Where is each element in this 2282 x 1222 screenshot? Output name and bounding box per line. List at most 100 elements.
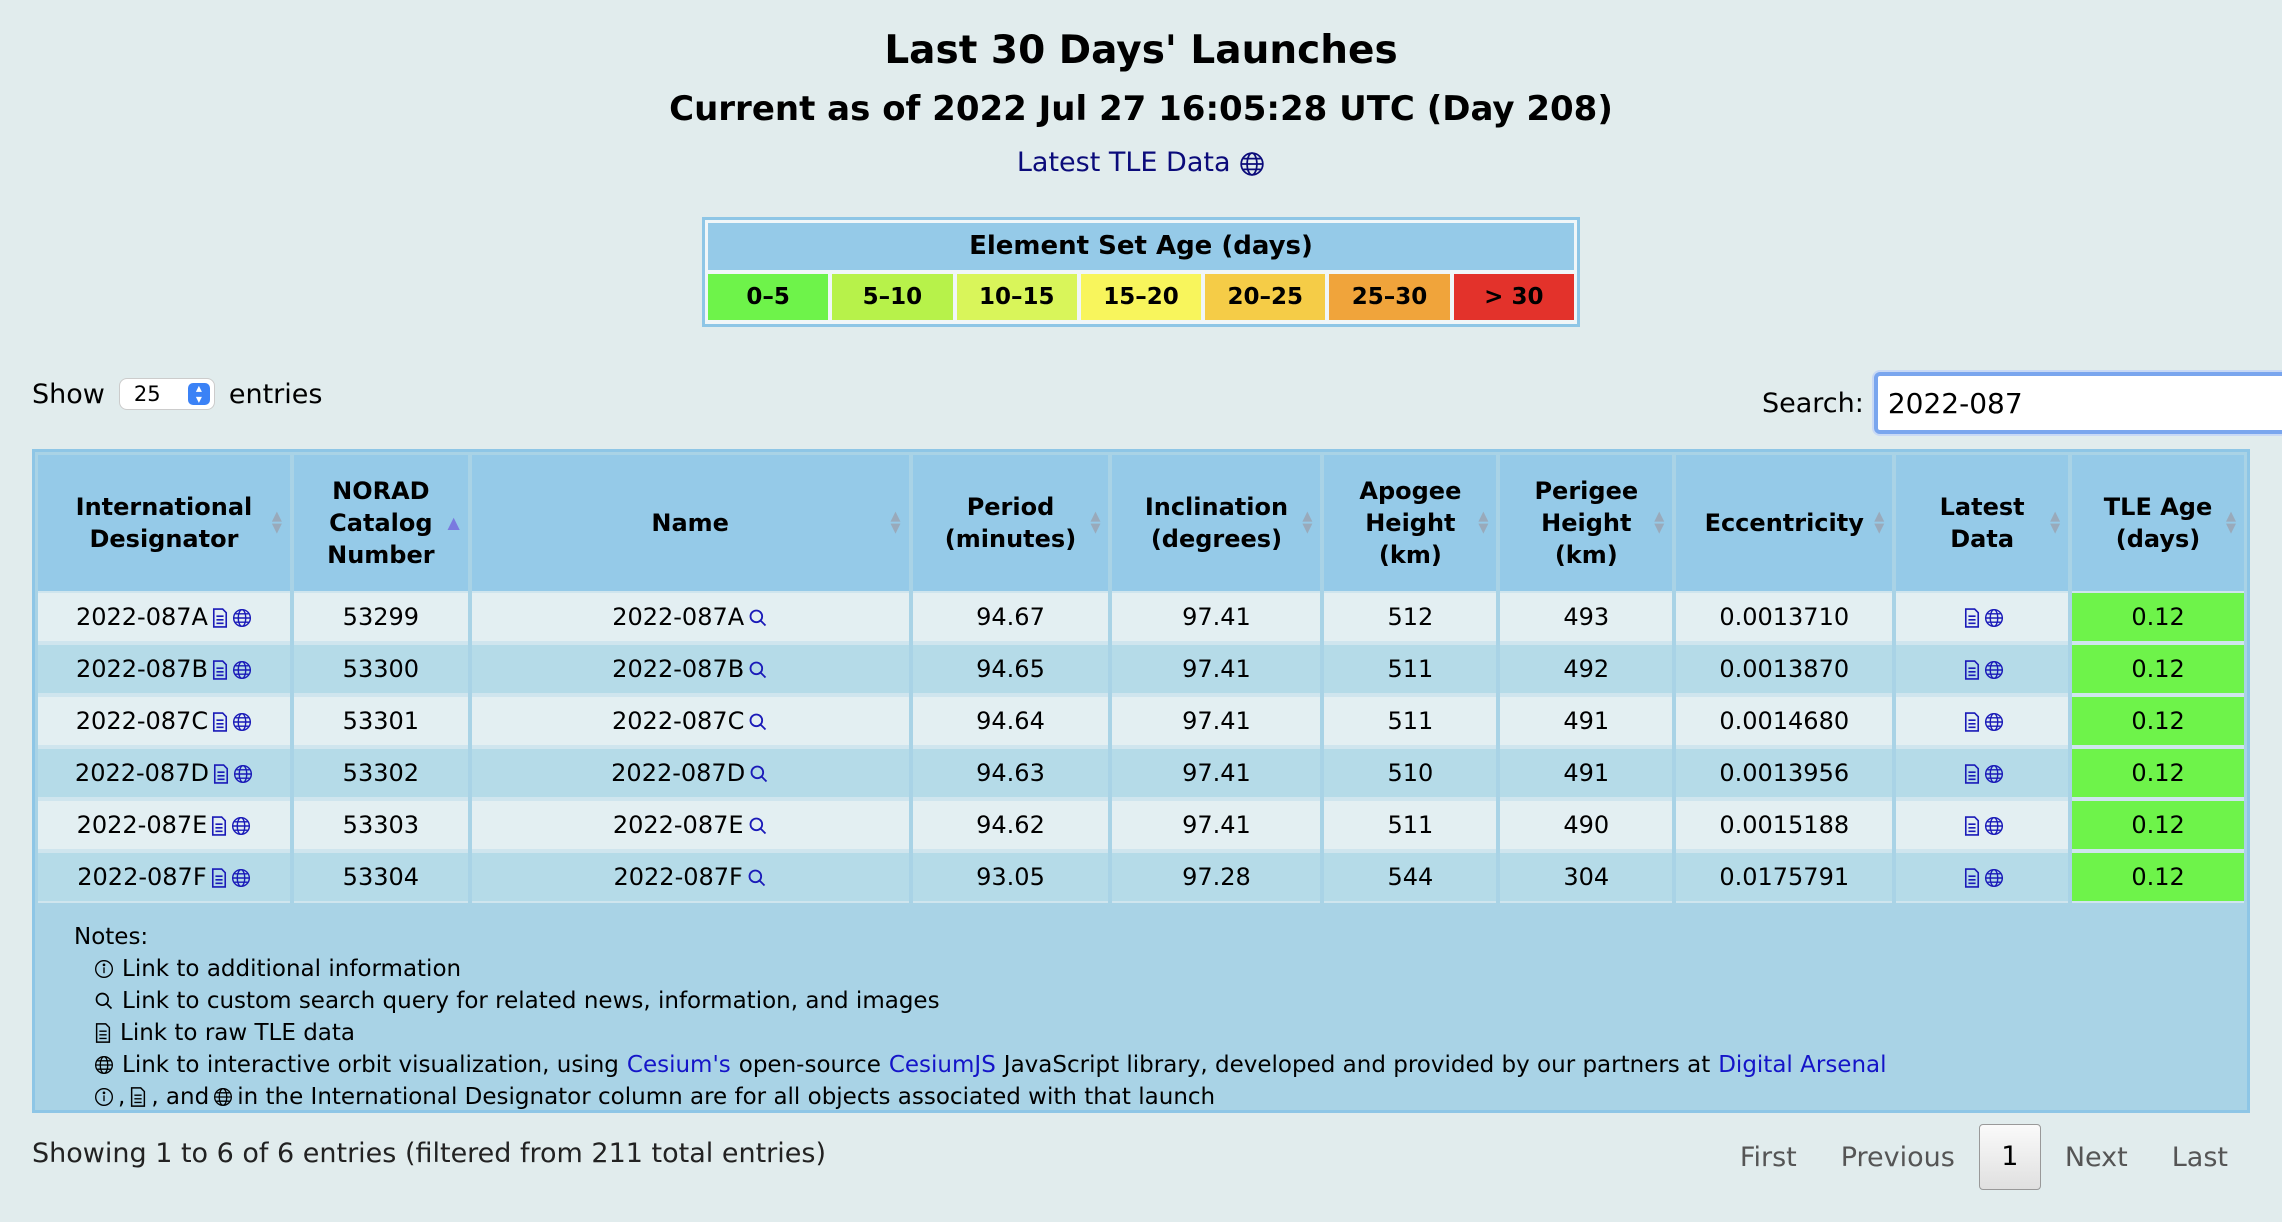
designator-text: 2022-087B [75, 655, 208, 683]
globe-icon[interactable] [1984, 816, 2004, 836]
designator-cell: 2022-087F [38, 851, 290, 903]
document-icon[interactable] [1964, 764, 1980, 784]
tle-age-cell: 0.12 [2072, 851, 2244, 903]
document-icon[interactable] [1964, 660, 1980, 680]
sort-icon: ▲ ▼ [1478, 509, 1489, 536]
digital-arsenal-link[interactable]: Digital Arsenal [1718, 1049, 1886, 1081]
norad-cell: 53303 [293, 799, 468, 851]
magnifier-icon[interactable] [748, 660, 768, 680]
table-row: 2022-087A 53299 2022-087A 94.67 97.41 512 493 0… [38, 591, 2244, 643]
page-title: Last 30 Days' Launches [884, 28, 1398, 73]
magnifier-icon[interactable] [748, 608, 768, 628]
page-last-button[interactable]: Last [2150, 1142, 2250, 1173]
page-next-button[interactable]: Next [2043, 1142, 2150, 1173]
tle-age-cell: 0.12 [2072, 747, 2244, 799]
latest-data-cell [1896, 799, 2069, 851]
apogee-cell: 510 [1324, 747, 1497, 799]
table-row: 2022-087D 53302 2022-087D 94.63 97.41 510 491 0… [38, 747, 2244, 799]
column-header[interactable]: Period (minutes) ▲ ▼ [912, 455, 1109, 591]
document-icon[interactable] [1964, 868, 1980, 888]
globe-icon[interactable] [231, 868, 251, 888]
cesium-link[interactable]: Cesium's [627, 1049, 731, 1081]
name-cell: 2022-087B [471, 643, 909, 695]
norad-cell: 53299 [293, 591, 468, 643]
search-input[interactable] [1885, 385, 2282, 421]
latest-data-cell [1896, 747, 2069, 799]
column-header[interactable]: Apogee Height (km) ▲ ▼ [1324, 455, 1497, 591]
period-cell: 94.65 [912, 643, 1109, 695]
magnifier-icon [94, 991, 114, 1011]
note-raw: Link to raw TLE data [74, 1017, 2214, 1049]
column-header[interactable]: International Designator ▲ ▼ [38, 455, 290, 591]
perigee-cell: 491 [1500, 695, 1673, 747]
column-header[interactable]: TLE Age (days) ▲ ▼ [2072, 455, 2244, 591]
latest-data-cell [1896, 643, 2069, 695]
period-cell: 93.05 [912, 851, 1109, 903]
page-first-button[interactable]: First [1718, 1142, 1819, 1173]
magnifier-icon[interactable] [749, 764, 769, 784]
globe-icon[interactable] [1984, 660, 2004, 680]
apogee-cell: 511 [1324, 799, 1497, 851]
eccentricity-cell: 0.0013956 [1676, 747, 1893, 799]
document-icon[interactable] [212, 660, 228, 680]
globe-icon[interactable] [232, 712, 252, 732]
eccentricity-cell: 0.0013710 [1676, 591, 1893, 643]
tle-age-cell: 0.12 [2072, 695, 2244, 747]
note-orbit-text-3: JavaScript library, developed and provid… [1003, 1052, 1711, 1078]
globe-icon[interactable] [1984, 764, 2004, 784]
designator-cell: 2022-087D [38, 747, 290, 799]
entries-select[interactable]: 25 ▴ ▾ [118, 378, 215, 410]
document-icon[interactable] [211, 868, 227, 888]
inclination-cell: 97.41 [1112, 799, 1321, 851]
name-text: 2022-087E [612, 811, 744, 839]
tle-age-cell: 0.12 [2072, 799, 2244, 851]
name-cell: 2022-087D [471, 747, 909, 799]
latest-data-cell [1896, 591, 2069, 643]
magnifier-icon[interactable] [748, 816, 768, 836]
designator-cell: 2022-087E [38, 799, 290, 851]
column-header[interactable]: Name ▲ ▼ [471, 455, 909, 591]
globe-icon[interactable] [1984, 608, 2004, 628]
column-header[interactable]: Perigee Height (km) ▲ ▼ [1500, 455, 1673, 591]
legend-cell: 5–10 [832, 274, 953, 320]
latest-data-cell [1896, 695, 2069, 747]
apogee-cell: 511 [1324, 695, 1497, 747]
globe-icon[interactable] [231, 816, 251, 836]
search-label: Search: [1762, 387, 1864, 419]
designator-text: 2022-087F [77, 863, 207, 891]
column-header[interactable]: Latest Data ▲ ▼ [1896, 455, 2069, 591]
latest-tle-link[interactable]: Latest TLE Data [1017, 147, 1231, 178]
globe-icon[interactable] [1239, 151, 1265, 177]
entries-info: Showing 1 to 6 of 6 entries (filtered fr… [32, 1138, 826, 1169]
sort-icon: ▲ ▼ [1874, 509, 1885, 536]
document-icon[interactable] [212, 712, 228, 732]
document-icon[interactable] [211, 816, 227, 836]
page-current-button[interactable]: 1 [1978, 1124, 2041, 1190]
globe-icon[interactable] [232, 660, 252, 680]
globe-icon[interactable] [233, 764, 253, 784]
globe-icon[interactable] [1984, 868, 2004, 888]
sort-ascending-icon: ▲ [447, 513, 460, 532]
document-icon[interactable] [213, 764, 229, 784]
sort-icon: ▲ ▼ [271, 509, 282, 536]
tle-link-row: Latest TLE Data [0, 147, 2282, 178]
magnifier-icon[interactable] [748, 712, 768, 732]
legend-cells: 0–5 5–10 10–15 15–20 20–25 25–30 > 30 [708, 274, 1574, 320]
cesiumjs-link[interactable]: CesiumJS [889, 1049, 996, 1081]
document-icon[interactable] [1964, 712, 1980, 732]
column-header[interactable]: NORAD Catalog Number ▲ [293, 455, 468, 591]
page-previous-button[interactable]: Previous [1819, 1142, 1977, 1173]
document-icon[interactable] [1964, 816, 1980, 836]
norad-cell: 53302 [293, 747, 468, 799]
column-header-label: Inclination (degrees) [1144, 493, 1289, 553]
column-header[interactable]: Eccentricity ▲ ▼ [1676, 455, 1893, 591]
document-icon[interactable] [212, 608, 228, 628]
magnifier-icon[interactable] [747, 868, 767, 888]
latest-data-cell [1896, 851, 2069, 903]
globe-icon[interactable] [232, 608, 252, 628]
inclination-cell: 97.41 [1112, 747, 1321, 799]
apogee-cell: 511 [1324, 643, 1497, 695]
column-header[interactable]: Inclination (degrees) ▲ ▼ [1112, 455, 1321, 591]
globe-icon[interactable] [1984, 712, 2004, 732]
document-icon[interactable] [1964, 608, 1980, 628]
